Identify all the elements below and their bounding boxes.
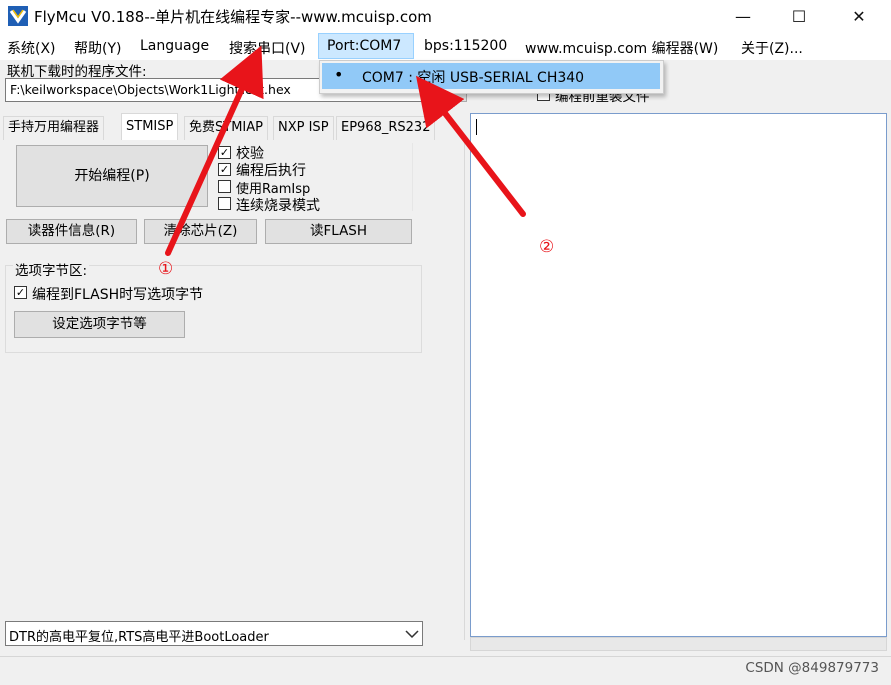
tab-handheld[interactable]: 手持万用编程器 bbox=[3, 116, 105, 140]
file-path-text: F:\keilworkspace\Objects\Work1LightTest.… bbox=[10, 82, 291, 97]
minimize-button[interactable]: — bbox=[715, 0, 771, 33]
reset-mode-select[interactable]: DTR的高电平复位,RTS高电平进BootLoader bbox=[5, 621, 423, 646]
run-after-label: 编程后执行 bbox=[236, 163, 306, 179]
port-option-com7[interactable]: • COM7 : 空闲 USB-SERIAL CH340 bbox=[322, 63, 660, 89]
use-ramisp-checkbox[interactable] bbox=[218, 180, 231, 193]
annotation-1: ① bbox=[158, 259, 174, 279]
write-option-bytes-label: 编程到FLASH时写选项字节 bbox=[32, 287, 204, 303]
app-logo-icon bbox=[8, 6, 28, 26]
read-flash-button[interactable]: 读FLASH bbox=[265, 219, 412, 244]
tab-stmisp[interactable]: STMISP bbox=[121, 113, 179, 141]
close-button[interactable]: ✕ bbox=[831, 0, 887, 33]
stmisp-panel bbox=[2, 140, 465, 640]
menu-port-label: Port:COM7 bbox=[327, 38, 402, 54]
read-info-button[interactable]: 读器件信息(R) bbox=[6, 219, 137, 244]
menu-search-port[interactable]: 搜索串口(V) bbox=[229, 38, 306, 58]
menu-port[interactable]: Port:COM7 bbox=[318, 33, 414, 59]
title-bar: FlyMcu V0.188--单片机在线编程专家--www.mcuisp.com… bbox=[0, 0, 891, 33]
port-option-label: COM7 : 空闲 USB-SERIAL CH340 bbox=[362, 70, 585, 86]
menu-system[interactable]: 系统(X) bbox=[7, 38, 56, 58]
port-dropdown: • COM7 : 空闲 USB-SERIAL CH340 bbox=[319, 60, 664, 94]
menu-programmer[interactable]: www.mcuisp.com 编程器(W) bbox=[525, 38, 718, 58]
menu-about[interactable]: 关于(Z)... bbox=[741, 38, 803, 58]
tab-nxp-isp[interactable]: NXP ISP bbox=[273, 116, 334, 140]
continuous-mode-label: 连续烧录模式 bbox=[236, 198, 320, 214]
tab-ep968[interactable]: EP968_RS232 bbox=[336, 116, 436, 140]
reset-mode-value: DTR的高电平复位,RTS高电平进BootLoader bbox=[9, 630, 269, 645]
tab-stmiap[interactable]: 免费STMIAP bbox=[184, 116, 268, 140]
start-programming-button[interactable]: 开始编程(P) bbox=[16, 145, 208, 207]
verify-checkbox[interactable]: ✓ bbox=[218, 146, 231, 159]
menu-language[interactable]: Language bbox=[140, 38, 209, 54]
text-cursor bbox=[476, 119, 477, 135]
write-option-bytes-checkbox[interactable]: ✓ bbox=[14, 286, 27, 299]
set-option-bytes-button[interactable]: 设定选项字节等 bbox=[14, 311, 185, 338]
watermark: CSDN @849879773 bbox=[745, 660, 879, 676]
log-scrollbar[interactable] bbox=[470, 637, 887, 651]
log-textarea[interactable] bbox=[470, 113, 887, 637]
bullet-icon: • bbox=[334, 65, 344, 84]
menu-baud-rate[interactable]: bps:115200 bbox=[424, 38, 507, 54]
erase-chip-button[interactable]: 清除芯片(Z) bbox=[144, 219, 257, 244]
window-title: FlyMcu V0.188--单片机在线编程专家--www.mcuisp.com bbox=[34, 8, 432, 26]
maximize-button[interactable]: ☐ bbox=[771, 0, 827, 33]
file-label: 联机下载时的程序文件: bbox=[7, 64, 147, 80]
continuous-mode-checkbox[interactable] bbox=[218, 197, 231, 210]
annotation-2: ② bbox=[539, 237, 555, 257]
run-after-checkbox[interactable]: ✓ bbox=[218, 163, 231, 176]
option-bytes-title: 选项字节区: bbox=[13, 259, 90, 279]
menu-bar: 系统(X) 帮助(Y) Language 搜索串口(V) Port:COM7 b… bbox=[0, 33, 891, 60]
chevron-down-icon bbox=[405, 630, 419, 639]
menu-help[interactable]: 帮助(Y) bbox=[74, 38, 121, 58]
